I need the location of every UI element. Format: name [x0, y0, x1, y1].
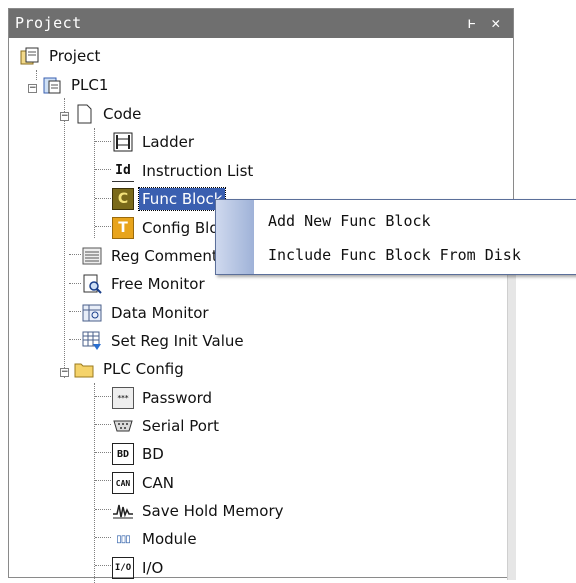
- panel-title: Project: [15, 14, 82, 32]
- tree-line: [94, 128, 95, 238]
- tree-item-data-monitor[interactable]: Data Monitor: [81, 300, 212, 326]
- tree-item-can[interactable]: CAN CAN: [112, 470, 177, 496]
- tree-line: [95, 141, 111, 142]
- instruction-list-icon: Id: [112, 160, 134, 182]
- tree-label-save-hold-memory: Save Hold Memory: [142, 502, 284, 520]
- tree-label-set-reg-init-value: Set Reg Init Value: [111, 332, 244, 350]
- tree-item-set-reg-init-value[interactable]: Set Reg Init Value: [81, 328, 247, 354]
- tree-item-config-block[interactable]: T Config Block: [112, 215, 224, 241]
- tree-line: [95, 452, 111, 453]
- tree-item-plc-config[interactable]: PLC Config: [73, 356, 187, 382]
- tree-line: [95, 396, 111, 397]
- tree-line: [95, 509, 111, 510]
- tree-line: [95, 480, 111, 481]
- tree-line: [95, 198, 111, 199]
- tree-label-ladder: Ladder: [142, 133, 194, 151]
- module-icon: ▯▯▯: [116, 533, 131, 545]
- config-block-icon: T: [112, 217, 134, 239]
- grid-download-icon: [81, 330, 103, 352]
- tree-line: [69, 339, 81, 340]
- tree-item-password[interactable]: *** Password: [112, 385, 215, 411]
- tree-label-can: CAN: [142, 474, 174, 492]
- tree-item-bd[interactable]: BD BD: [112, 441, 167, 467]
- tree-item-ladder[interactable]: Ladder: [112, 129, 197, 155]
- tree-line: [95, 424, 111, 425]
- tree-item-reg-comment[interactable]: Reg Comment: [81, 243, 221, 269]
- tree-line: [69, 254, 81, 255]
- tree-label-func-block: Func Block: [137, 187, 227, 211]
- tree-line: [95, 565, 111, 566]
- tree-label-reg-comment: Reg Comment: [111, 247, 218, 265]
- waveform-icon: [112, 500, 134, 522]
- tree-label-free-monitor: Free Monitor: [111, 275, 205, 293]
- menu-item-include-func-block-from-disk[interactable]: Include Func Block From Disk: [268, 240, 521, 270]
- tree-label-config-block: Config Block: [142, 219, 224, 237]
- tree-label-io: I/O: [142, 559, 164, 577]
- collapse-toggle-plc-config[interactable]: −: [60, 368, 69, 377]
- serial-port-icon: [112, 415, 134, 437]
- collapse-toggle-plc1[interactable]: −: [28, 84, 37, 93]
- collapse-toggle-code[interactable]: −: [60, 112, 69, 121]
- pin-icon[interactable]: ⱶ: [461, 9, 483, 38]
- tree-line: [64, 98, 65, 378]
- can-icon: CAN: [112, 472, 134, 494]
- func-block-icon: C: [112, 188, 134, 210]
- magnifier-doc-icon: [81, 273, 103, 295]
- tree-line: [69, 283, 81, 284]
- tree-item-io[interactable]: I/O I/O: [112, 555, 166, 581]
- tree-label-code: Code: [103, 105, 142, 123]
- plc-icon: [41, 74, 63, 96]
- tree-item-project[interactable]: Project: [19, 43, 103, 69]
- context-menu: Add New Func Block Include Func Block Fr…: [215, 199, 576, 275]
- tree-line: [94, 383, 95, 583]
- menu-item-add-new-func-block[interactable]: Add New Func Block: [268, 206, 431, 236]
- project-tree: − − − Project PLC1 Code Ladder Id Instru…: [9, 38, 513, 583]
- tree-label-project: Project: [49, 47, 101, 65]
- tree-label-data-monitor: Data Monitor: [111, 304, 209, 322]
- tree-item-free-monitor[interactable]: Free Monitor: [81, 271, 208, 297]
- ladder-icon: [112, 131, 134, 153]
- tree-label-module: Module: [142, 530, 197, 548]
- tree-item-serial-port[interactable]: Serial Port: [112, 413, 222, 439]
- context-menu-gutter: [216, 200, 254, 274]
- close-icon[interactable]: ✕: [485, 9, 507, 38]
- tree-item-func-block[interactable]: C Func Block: [112, 186, 227, 212]
- tree-item-instruction-list[interactable]: Id Instruction List: [112, 158, 256, 184]
- password-icon: ***: [112, 387, 134, 409]
- folder-icon: [73, 358, 95, 380]
- data-monitor-icon: [81, 302, 103, 324]
- io-icon: I/O: [112, 557, 134, 579]
- tree-label-plc-config: PLC Config: [103, 360, 184, 378]
- document-icon: [73, 103, 95, 125]
- tree-label-serial-port: Serial Port: [142, 417, 219, 435]
- bd-icon: BD: [112, 443, 134, 465]
- tree-item-save-hold-memory[interactable]: Save Hold Memory: [112, 498, 287, 524]
- tree-line: [36, 70, 37, 80]
- tree-label-bd: BD: [142, 445, 164, 463]
- tree-line: [95, 226, 111, 227]
- tree-item-plc1[interactable]: PLC1: [41, 72, 111, 98]
- list-icon: [81, 245, 103, 267]
- tree-label-plc1: PLC1: [71, 76, 109, 94]
- panel-titlebar: Project ⱶ ✕: [9, 9, 513, 38]
- tree-line: [95, 537, 111, 538]
- tree-label-instruction-list: Instruction List: [142, 162, 254, 180]
- tree-line: [69, 311, 81, 312]
- tree-item-code[interactable]: Code: [73, 101, 144, 127]
- tree-line: [95, 169, 111, 170]
- tree-item-module[interactable]: ▯▯▯ Module: [112, 526, 200, 552]
- tree-label-password: Password: [142, 389, 213, 407]
- project-icon: [19, 45, 41, 67]
- project-panel: Project ⱶ ✕ − − − Project PLC1 Code Ladd…: [8, 8, 514, 583]
